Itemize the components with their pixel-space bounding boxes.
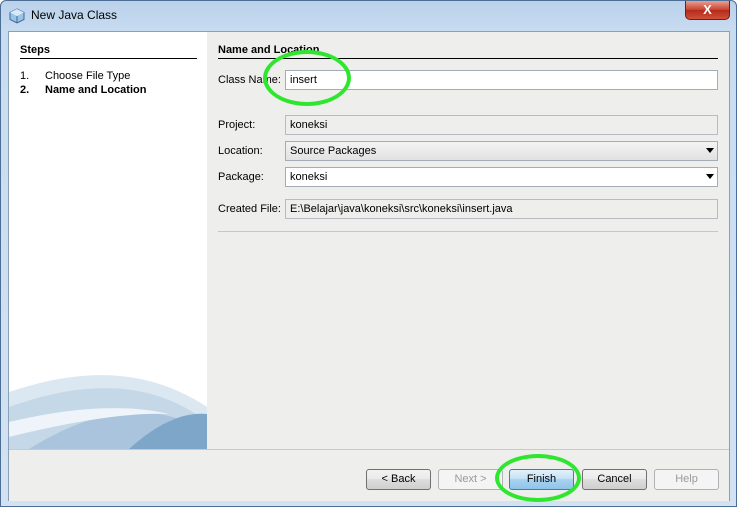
location-dropdown[interactable]: Source Packages [285,141,718,161]
dialog-window: New Java Class X Steps 1. Choose File Typ… [0,0,737,507]
class-name-input[interactable]: insert [285,70,718,90]
dialog-content: Steps 1. Choose File Type 2. Name and Loca… [8,31,730,501]
package-label: Package: [218,171,264,183]
button-bar: < Back Next > Finish Cancel Help [9,449,729,501]
section-title: Name and Location [218,44,320,56]
finish-button[interactable]: Finish [509,469,574,490]
back-button[interactable]: < Back [366,469,431,490]
netbeans-cube-icon [9,8,25,24]
location-label: Location: [218,145,263,157]
project-label: Project: [218,119,256,131]
name-location-panel: Name and Location Class Name: insert Pro… [207,32,729,449]
package-combobox[interactable]: koneksi [285,167,718,187]
package-value: koneksi [290,171,328,183]
close-button[interactable]: X [685,1,730,20]
chevron-down-icon[interactable] [706,174,714,179]
step-label: Name and Location [45,84,147,96]
chevron-down-icon[interactable] [706,148,714,153]
step-number: 2. [20,84,30,96]
step-label: Choose File Type [45,70,131,82]
window-title: New Java Class [31,8,118,22]
steps-divider [20,58,197,59]
title-bar[interactable]: New Java Class X [1,1,736,30]
step-number: 1. [20,70,30,82]
cancel-button[interactable]: Cancel [582,469,647,490]
section-divider [218,58,718,59]
next-button[interactable]: Next > [438,469,503,490]
class-name-label: Class Name: [218,74,281,86]
help-button[interactable]: Help [654,469,719,490]
created-file-label: Created File: [218,203,281,215]
step-name-and-location: 2. Name and Location [20,84,146,96]
step-choose-file-type: 1. Choose File Type [20,70,130,82]
location-value: Source Packages [290,145,377,157]
form-divider [218,231,718,232]
project-field: koneksi [285,115,718,135]
created-file-field: E:\Belajar\java\koneksi\src\koneksi\inse… [285,199,718,219]
wizard-swoosh-graphic [9,375,207,449]
steps-panel: Steps 1. Choose File Type 2. Name and Loca… [9,32,207,449]
steps-title: Steps [20,44,50,56]
